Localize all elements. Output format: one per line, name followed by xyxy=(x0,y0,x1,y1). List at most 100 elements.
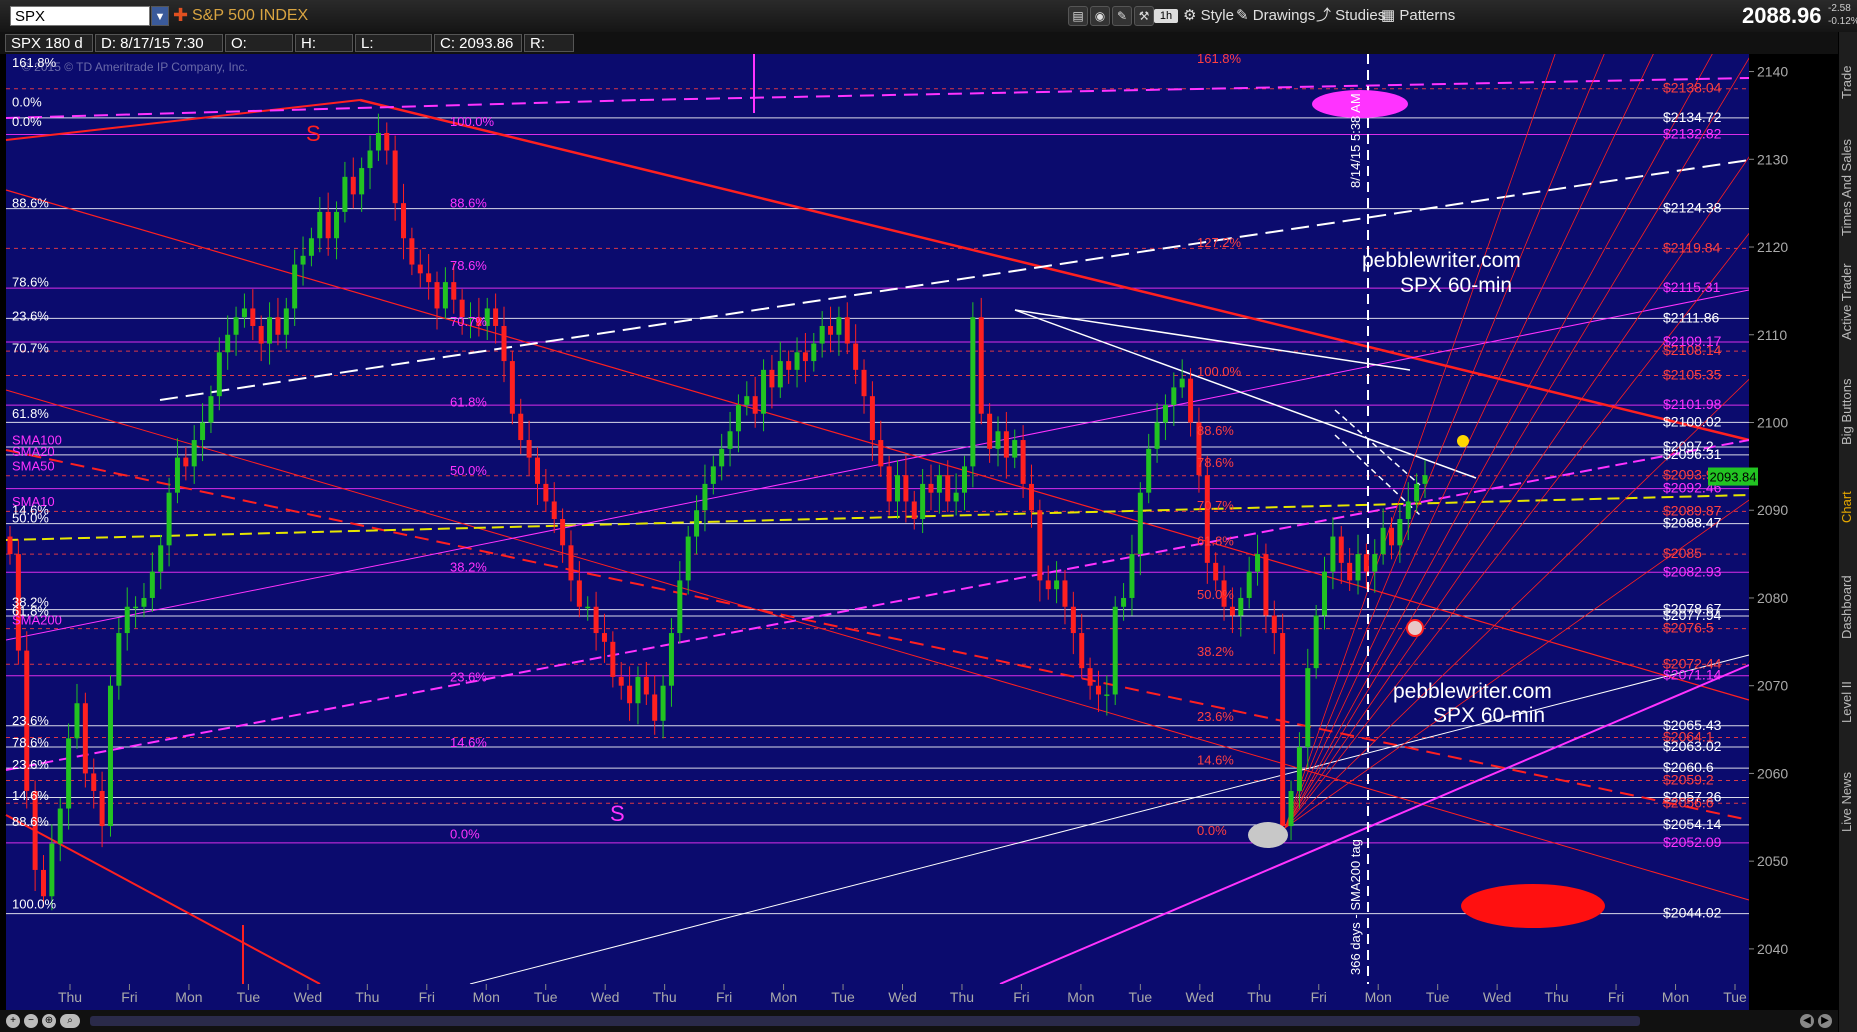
target-dot xyxy=(1406,619,1424,637)
candle-body xyxy=(107,685,113,827)
add-symbol-icon[interactable]: ✚ xyxy=(173,5,188,25)
side-tab[interactable]: Trade xyxy=(1839,52,1857,112)
symbol-input[interactable]: SPX xyxy=(10,6,150,26)
scroll-left-icon[interactable]: ◀ xyxy=(1800,1014,1814,1028)
patterns-label: Patterns xyxy=(1399,7,1456,24)
candle-body xyxy=(308,238,314,256)
candle-body xyxy=(7,536,13,555)
price-label: $2119.84 xyxy=(1663,239,1721,255)
fib-label: 0.0% xyxy=(1197,823,1227,838)
candle-body xyxy=(334,211,340,239)
candle-body xyxy=(384,132,390,151)
zoom-in-icon[interactable]: + xyxy=(6,1014,20,1028)
low-ellipse xyxy=(1248,822,1288,848)
x-tick-label: Fri xyxy=(121,989,137,1005)
chart-area[interactable]: pebblewriter.com SPX 60-min pebblewriter.c… xyxy=(0,39,1857,1032)
candle-body xyxy=(1389,527,1395,546)
candle-body xyxy=(375,132,381,151)
studies-menu[interactable]: ⤴ Studies xyxy=(1316,6,1385,26)
candle-body xyxy=(74,703,80,739)
fib-label: 100.0% xyxy=(450,114,495,129)
candle-body xyxy=(560,519,566,546)
candle-body xyxy=(292,264,298,309)
studies-icon: ⤴ xyxy=(1316,7,1336,24)
side-tab[interactable]: Live News xyxy=(1839,742,1857,862)
candle-body xyxy=(116,633,122,686)
tools-icon[interactable]: ⚒ xyxy=(1134,6,1154,26)
price-label: $2105.35 xyxy=(1663,367,1722,383)
x-tick-label: Fri xyxy=(716,989,732,1005)
x-tick-label: Wed xyxy=(294,989,323,1005)
candle-body xyxy=(1363,554,1369,572)
candle-body xyxy=(434,282,440,309)
symbol-dropdown-icon[interactable]: ▼ xyxy=(151,6,169,26)
price-label: $2088.47 xyxy=(1663,515,1722,531)
y-tick-label: 2040 xyxy=(1757,941,1788,957)
candle-body xyxy=(744,396,750,405)
candle-body xyxy=(141,597,147,607)
candle-body xyxy=(534,457,540,484)
candle-body xyxy=(568,545,574,581)
interval-button[interactable]: 1h xyxy=(1154,9,1178,23)
price-label: $2044.02 xyxy=(1663,905,1722,921)
candle-body xyxy=(878,440,884,467)
candle-body xyxy=(1322,571,1328,616)
candle-body xyxy=(526,440,532,458)
price-label: $2115.31 xyxy=(1663,279,1721,295)
price-chart-svg[interactable]: pebblewriter.comSPX 60-minpebblewriter.c… xyxy=(0,39,1857,1010)
candle-body xyxy=(509,361,515,414)
style-label: Style xyxy=(1200,7,1234,24)
patterns-menu[interactable]: ▦ Patterns xyxy=(1381,6,1455,26)
candle-body xyxy=(409,238,415,265)
candle-body xyxy=(426,273,432,283)
side-tab[interactable]: Chart xyxy=(1839,472,1857,542)
side-tab[interactable]: Active Trader xyxy=(1839,252,1857,352)
candle-body xyxy=(401,203,407,239)
x-tick-label: Tue xyxy=(831,989,855,1005)
drawings-menu[interactable]: ✎ Drawings xyxy=(1236,6,1315,26)
candle-body xyxy=(183,457,189,467)
candle-body xyxy=(99,790,105,827)
scroll-right-icon[interactable]: ▶ xyxy=(1818,1014,1832,1028)
side-tab[interactable]: Dashboard xyxy=(1839,552,1857,662)
side-tab[interactable]: Big Buttons xyxy=(1839,362,1857,462)
chart-window: SPX ▼ ✚ S&P 500 INDEX ▤ ◉ ✎ ⚒ 1h ⚙ Style… xyxy=(0,0,1857,1032)
price-label: $2132.82 xyxy=(1663,126,1722,142)
candle-body xyxy=(1054,580,1060,590)
candle-body xyxy=(1112,606,1118,695)
candle-body xyxy=(1296,747,1302,791)
y-tick-label: 2130 xyxy=(1757,151,1788,167)
candle-body xyxy=(945,475,951,502)
candle-body xyxy=(828,325,834,335)
zoom-fit-icon[interactable]: ⊕ xyxy=(42,1014,56,1028)
candle-body xyxy=(158,545,164,572)
zoom-out-icon[interactable]: − xyxy=(24,1014,38,1028)
candle-body xyxy=(1246,571,1252,598)
price-label: $2111.86 xyxy=(1663,309,1720,325)
period-label[interactable]: SPX 180 d 1h xyxy=(5,34,93,70)
price-label: $2096.31 xyxy=(1663,446,1722,462)
candle-body xyxy=(903,475,909,502)
candle-body xyxy=(769,369,775,388)
candle-body xyxy=(1087,668,1093,686)
candle-body xyxy=(551,501,557,519)
candle-body xyxy=(1347,562,1353,581)
candle-body xyxy=(1372,554,1378,572)
candle-body xyxy=(1338,536,1344,563)
left-level-label: 23.6% xyxy=(12,713,49,728)
x-tick-label: Tue xyxy=(1129,989,1153,1005)
time-scrollbar[interactable] xyxy=(90,1016,1640,1026)
percent-change: -0.12% xyxy=(1828,16,1857,27)
zoom-search-icon[interactable]: ⌕ xyxy=(60,1014,80,1028)
candle-body xyxy=(1045,580,1051,590)
side-tab[interactable]: Level II xyxy=(1839,672,1857,732)
crosshair-icon[interactable]: ✎ xyxy=(1112,6,1132,26)
style-menu[interactable]: ⚙ Style xyxy=(1183,6,1234,26)
settings-icon[interactable]: ◉ xyxy=(1090,6,1110,26)
range-label: R: 5.91 xyxy=(524,34,574,70)
print-icon[interactable]: ▤ xyxy=(1068,6,1088,26)
side-tab[interactable]: Times And Sales xyxy=(1839,132,1857,242)
fib-label: 14.6% xyxy=(1197,753,1234,768)
x-tick-label: Thu xyxy=(58,989,82,1005)
candle-body xyxy=(886,466,892,502)
